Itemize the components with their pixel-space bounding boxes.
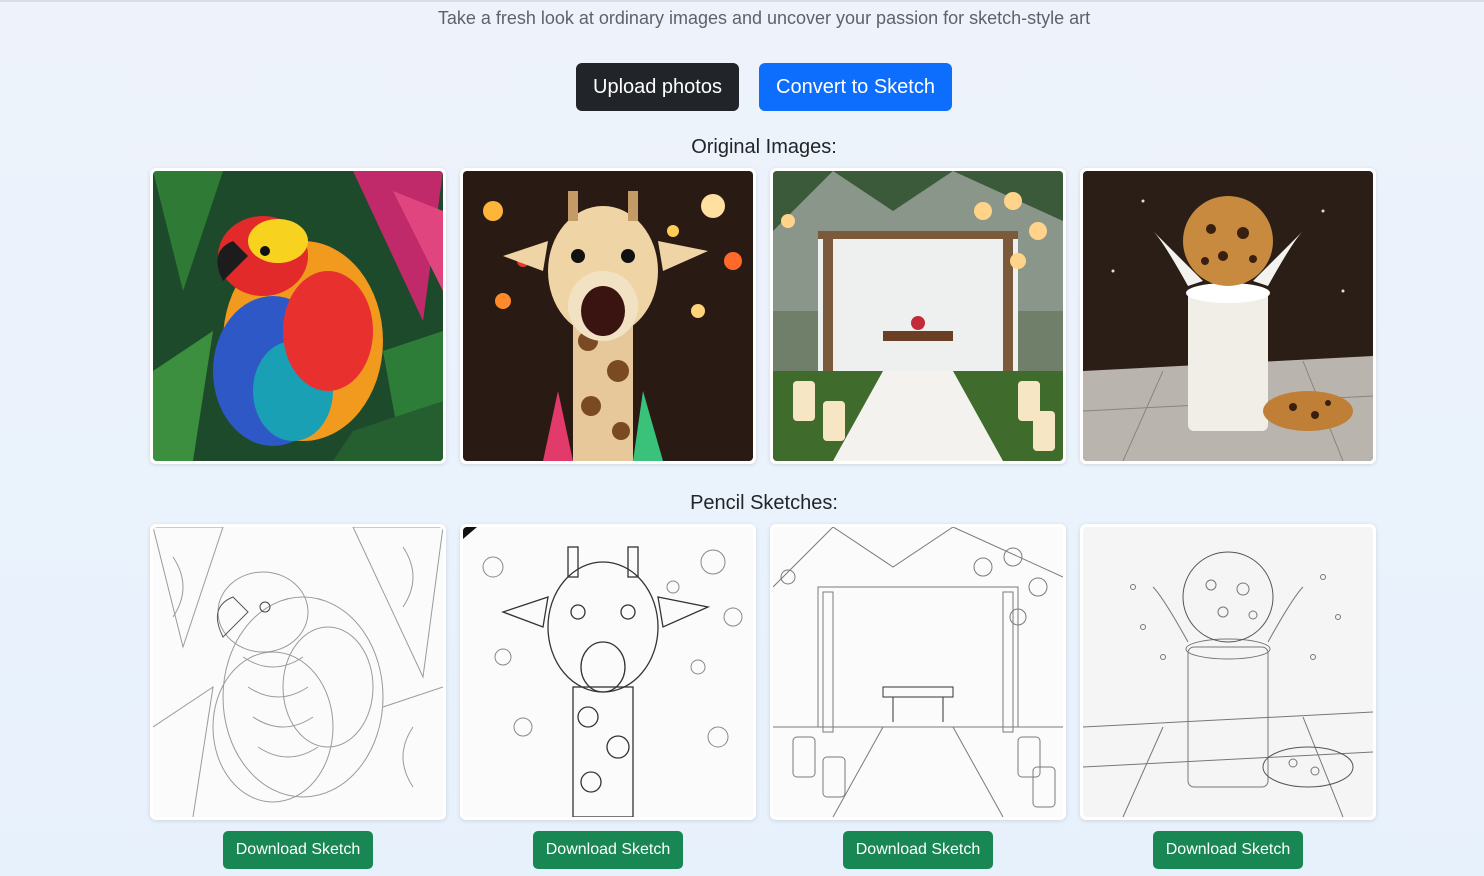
top-divider xyxy=(0,0,1484,2)
sketch-image-card xyxy=(460,524,756,820)
original-image-card xyxy=(1080,168,1376,464)
original-image-card xyxy=(150,168,446,464)
download-sketch-button[interactable]: Download Sketch xyxy=(843,831,993,869)
action-bar: Upload photos Convert to Sketch xyxy=(0,63,1484,111)
pencil-sketches-title: Pencil Sketches: xyxy=(690,492,838,514)
upload-photos-button[interactable]: Upload photos xyxy=(576,63,739,111)
sketch-image-wedding-tent xyxy=(773,527,1063,817)
sketch-image-card xyxy=(150,524,446,820)
convert-to-sketch-button[interactable]: Convert to Sketch xyxy=(759,63,952,111)
pencil-sketches-grid xyxy=(150,524,1378,820)
original-image-wedding-tent xyxy=(773,171,1063,461)
sketch-image-cookie-milk xyxy=(1083,527,1373,817)
original-image-giraffe xyxy=(463,171,753,461)
original-images-title: Original Images: xyxy=(691,136,837,158)
download-row: Download Sketch Download Sketch Download… xyxy=(150,831,1378,869)
sketch-image-giraffe xyxy=(463,527,753,817)
download-sketch-button[interactable]: Download Sketch xyxy=(223,831,373,869)
original-images-grid xyxy=(150,168,1378,464)
original-image-cookie-milk xyxy=(1083,171,1373,461)
download-sketch-button[interactable]: Download Sketch xyxy=(1153,831,1303,869)
page-tagline: Take a fresh look at ordinary images and… xyxy=(437,8,1091,28)
original-image-parrot xyxy=(153,171,443,461)
original-image-card xyxy=(460,168,756,464)
sketch-image-parrot xyxy=(153,527,443,817)
sketch-image-card xyxy=(1080,524,1376,820)
sketch-image-card xyxy=(770,524,1066,820)
original-image-card xyxy=(770,168,1066,464)
download-sketch-button[interactable]: Download Sketch xyxy=(533,831,683,869)
